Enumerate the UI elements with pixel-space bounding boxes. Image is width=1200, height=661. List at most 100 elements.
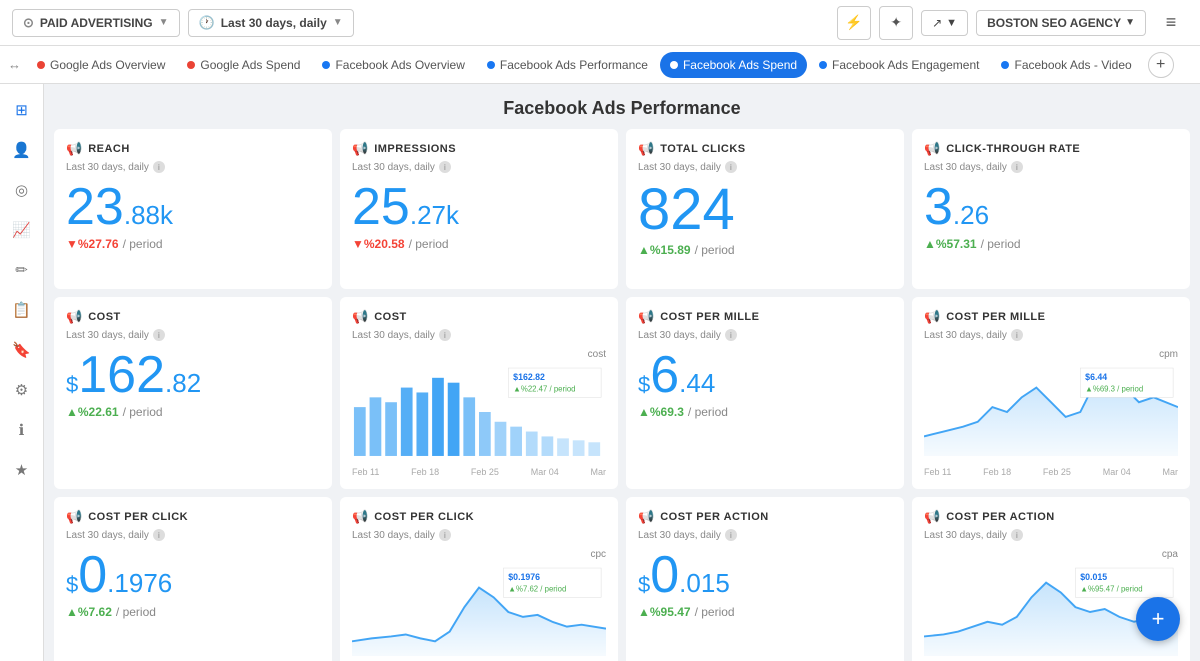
cost-change-value: ▲%22.61 xyxy=(66,405,119,419)
cost-value: $ 162 .82 xyxy=(66,349,320,401)
card-reach-title: REACH xyxy=(88,143,130,155)
tab-label: Facebook Ads Overview xyxy=(335,58,464,72)
card-ctr-subtitle: Last 30 days, daily i xyxy=(924,161,1178,173)
share-icon: ↗ xyxy=(932,16,942,30)
tab-dot xyxy=(670,61,678,69)
tab-facebook-ads-performance[interactable]: Facebook Ads Performance xyxy=(477,52,658,78)
hamburger-icon: ≡ xyxy=(1166,12,1177,33)
sidebar-item-trends[interactable]: 📈 xyxy=(4,212,40,248)
tab-facebook-ads-video[interactable]: Facebook Ads - Video xyxy=(991,52,1141,78)
cpm-value: $ 6 .44 xyxy=(638,349,892,401)
tab-facebook-ads-spend[interactable]: Facebook Ads Spend xyxy=(660,52,807,78)
svg-text:$162.82: $162.82 xyxy=(513,372,545,382)
cpc-line-chart: $0.1976 ▲%7.62 / period xyxy=(352,562,606,661)
add-widget-button[interactable]: + xyxy=(1136,597,1180,641)
sidebar-item-info[interactable]: ℹ xyxy=(4,412,40,448)
info-icon[interactable]: i xyxy=(439,329,451,341)
svg-text:▲%22.47 / period: ▲%22.47 / period xyxy=(513,384,575,393)
chevron-agency: ▼ xyxy=(1125,17,1135,28)
sidebar-item-favorites[interactable]: ★ xyxy=(4,452,40,488)
card-cpc-title: COST PER CLICK xyxy=(88,511,188,523)
agency-dropdown[interactable]: BOSTON SEO AGENCY ▼ xyxy=(976,10,1146,36)
card-cost-chart-title: COST xyxy=(374,311,407,323)
info-icon[interactable]: i xyxy=(1011,329,1023,341)
card-total-clicks: 📢 TOTAL CLICKS Last 30 days, daily i 824… xyxy=(626,129,904,289)
hamburger-menu[interactable]: ≡ xyxy=(1154,6,1188,40)
magic-button[interactable]: ✦ xyxy=(879,6,913,40)
date-range-dropdown[interactable]: 🕐 Last 30 days, daily ▼ xyxy=(188,9,354,37)
cpa-period: / period xyxy=(695,605,735,619)
clicks-main: 824 xyxy=(638,181,735,239)
info-icon[interactable]: i xyxy=(725,529,737,541)
tab-bar-icon: ↔ xyxy=(8,57,21,72)
megaphone-icon-9: 📢 xyxy=(66,509,82,525)
info-icon[interactable]: i xyxy=(439,529,451,541)
calendar-icon: 🕐 xyxy=(199,15,215,31)
impressions-change: ▼%20.58 / period xyxy=(352,237,606,251)
cpa-decimal: .015 xyxy=(679,568,730,599)
info-icon[interactable]: i xyxy=(439,161,451,173)
info-icon[interactable]: i xyxy=(1011,529,1023,541)
cpa-change: ▲%95.47 / period xyxy=(638,605,892,619)
ctr-value: 3 .26 xyxy=(924,181,1178,233)
cpm-line-chart: $6.44 ▲%69.3 / period xyxy=(924,362,1178,462)
megaphone-icon-12: 📢 xyxy=(924,509,940,525)
top-bar: ⊙ PAID ADVERTISING ▼ 🕐 Last 30 days, dai… xyxy=(0,0,1200,46)
add-tab-button[interactable]: + xyxy=(1148,52,1174,78)
svg-text:▲%69.3 / period: ▲%69.3 / period xyxy=(1085,384,1143,393)
card-impressions-subtitle: Last 30 days, daily i xyxy=(352,161,606,173)
cost-change: ▲%22.61 / period xyxy=(66,405,320,419)
info-icon[interactable]: i xyxy=(153,529,165,541)
ctr-decimal: .26 xyxy=(953,200,989,231)
cpc-main: 0 xyxy=(78,549,107,601)
clicks-value: 824 xyxy=(638,181,892,239)
filter-icon: ⊙ xyxy=(23,15,34,31)
sidebar-item-edit[interactable]: ✏ xyxy=(4,252,40,288)
sidebar-item-goals[interactable]: ◎ xyxy=(4,172,40,208)
magic-icon: ✦ xyxy=(890,14,902,31)
cost-decimal: .82 xyxy=(165,368,201,399)
info-icon[interactable]: i xyxy=(153,161,165,173)
sidebar-item-dashboard[interactable]: ⊞ xyxy=(4,92,40,128)
cpm-decimal: .44 xyxy=(679,368,715,399)
cost-main: 162 xyxy=(78,349,165,401)
svg-text:$0.1976: $0.1976 xyxy=(508,572,540,582)
info-icon[interactable]: i xyxy=(1011,161,1023,173)
filter-label: PAID ADVERTISING xyxy=(40,16,153,30)
info-icon[interactable]: i xyxy=(725,161,737,173)
sidebar-item-bookmarks[interactable]: 🔖 xyxy=(4,332,40,368)
tab-label: Facebook Ads Engagement xyxy=(832,58,979,72)
reach-decimal: .88k xyxy=(124,200,173,231)
megaphone-icon-11: 📢 xyxy=(638,509,654,525)
tab-facebook-ads-overview[interactable]: Facebook Ads Overview xyxy=(312,52,474,78)
sidebar-item-users[interactable]: 👤 xyxy=(4,132,40,168)
tab-dot xyxy=(187,61,195,69)
tab-bar: ↔ Google Ads Overview Google Ads Spend F… xyxy=(0,46,1200,84)
tab-google-ads-spend[interactable]: Google Ads Spend xyxy=(177,52,310,78)
tab-google-ads-overview[interactable]: Google Ads Overview xyxy=(27,52,175,78)
cpa-chart-label: cpa xyxy=(924,549,1178,560)
card-ctr-title: CLICK-THROUGH RATE xyxy=(946,143,1080,155)
impressions-decimal: .27k xyxy=(410,200,459,231)
card-impressions-title: IMPRESSIONS xyxy=(374,143,456,155)
card-cpc: 📢 COST PER CLICK Last 30 days, daily i $… xyxy=(54,497,332,661)
ctr-change-value: ▲%57.31 xyxy=(924,237,977,251)
sidebar-item-settings[interactable]: ⚙ xyxy=(4,372,40,408)
cpc-decimal: .1976 xyxy=(107,568,172,599)
impressions-value: 25 .27k xyxy=(352,181,606,233)
sidebar-item-reports[interactable]: 📋 xyxy=(4,292,40,328)
page-title: Facebook Ads Performance xyxy=(54,98,1190,119)
lightning-button[interactable]: ⚡ xyxy=(837,6,871,40)
card-cpm-title: COST PER MILLE xyxy=(660,311,759,323)
filter-dropdown[interactable]: ⊙ PAID ADVERTISING ▼ xyxy=(12,9,180,37)
impressions-main: 25 xyxy=(352,181,410,233)
tab-facebook-ads-engagement[interactable]: Facebook Ads Engagement xyxy=(809,52,989,78)
cpc-change-value: ▲%7.62 xyxy=(66,605,112,619)
megaphone-icon-3: 📢 xyxy=(638,141,654,157)
info-icon[interactable]: i xyxy=(725,329,737,341)
card-cpm: 📢 COST PER MILLE Last 30 days, daily i $… xyxy=(626,297,904,489)
info-icon[interactable]: i xyxy=(153,329,165,341)
card-ctr: 📢 CLICK-THROUGH RATE Last 30 days, daily… xyxy=(912,129,1190,289)
share-button[interactable]: ↗ ▼ xyxy=(921,10,968,36)
svg-text:$6.44: $6.44 xyxy=(1085,372,1107,382)
